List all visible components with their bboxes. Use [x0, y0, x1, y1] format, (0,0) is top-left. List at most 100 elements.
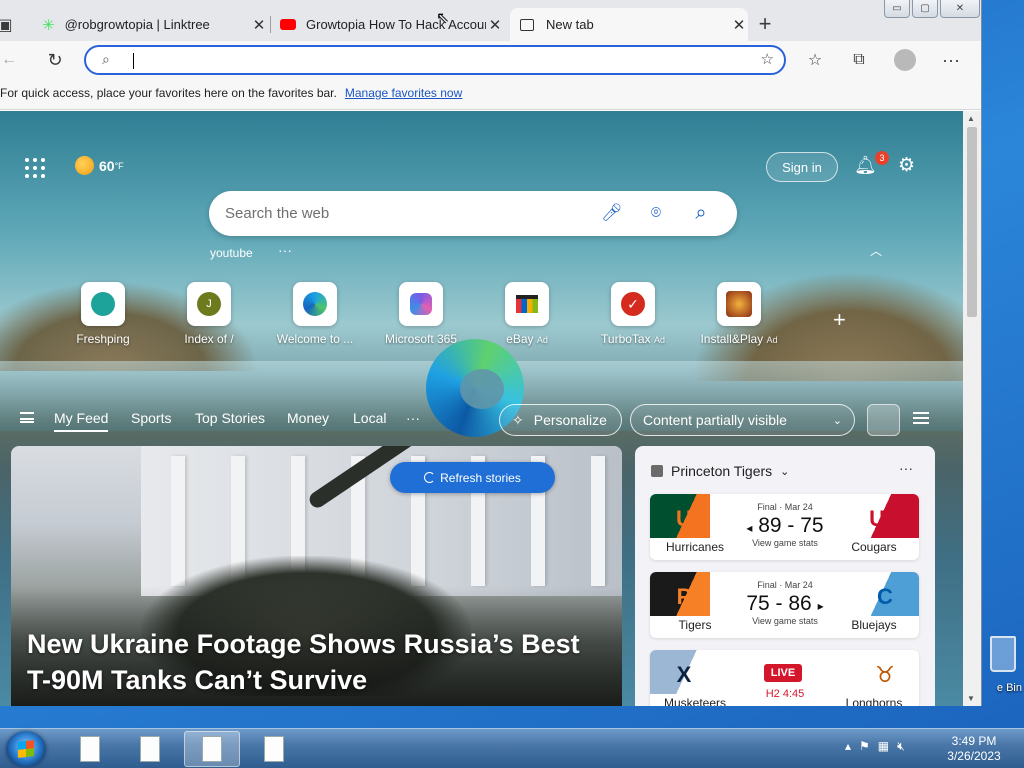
game-score-row[interactable]: X ♉︎ LIVE H2 4:45 Musketeers Longhorns — [650, 650, 919, 706]
recycle-bin-shortcut[interactable]: e Bin — [980, 630, 1024, 700]
add-favorite-icon[interactable]: ☆ — [761, 50, 774, 68]
feed-menu-icon[interactable] — [20, 412, 34, 423]
game-score: 75 - 86 ▸ — [732, 592, 838, 616]
taskbar-app-button[interactable] — [62, 731, 118, 767]
back-button[interactable]: ← — [0, 49, 20, 71]
view-game-stats-link[interactable]: View game stats — [740, 616, 830, 626]
ad-label: Ad — [766, 335, 778, 345]
settings-more-icon[interactable]: ··· — [940, 49, 962, 71]
weather-unit: °F — [114, 160, 124, 171]
feed-tab-money[interactable]: Money — [287, 410, 329, 426]
taskbar-app-button-active[interactable] — [184, 731, 240, 767]
tigers-logo-icon: P — [676, 584, 692, 609]
manage-favorites-link[interactable]: Manage favorites now — [345, 86, 462, 100]
longhorns-logo-icon: ♉︎ — [875, 662, 895, 687]
quick-link-install-play[interactable]: Install&Play Ad — [693, 282, 785, 346]
windows-taskbar: ▴ ⚑ ▦ 🔇︎ 3:49 PM 3/26/2023 — [0, 728, 1024, 768]
close-window-button[interactable]: ✕ — [940, 0, 980, 18]
app-launcher-icon[interactable] — [25, 158, 45, 178]
search-submit-icon[interactable]: ⌕ — [690, 202, 712, 224]
list-layout-icon[interactable] — [913, 412, 929, 424]
document-icon — [140, 736, 160, 762]
add-quick-link-icon[interactable]: + — [833, 307, 846, 333]
scroll-up-arrow-icon[interactable]: ▲ — [967, 114, 975, 123]
musketeers-logo-icon: X — [676, 662, 692, 687]
tab-actions-icon[interactable]: ▣ — [0, 14, 16, 36]
address-bar[interactable]: ⌕ ☆ — [84, 45, 786, 75]
volume-muted-icon[interactable]: 🔇︎ — [897, 739, 905, 754]
sunny-icon — [75, 156, 94, 175]
sign-in-button[interactable]: Sign in — [766, 152, 838, 182]
taskbar-app-button[interactable] — [246, 731, 302, 767]
system-clock[interactable]: 3:49 PM 3/26/2023 — [944, 734, 1004, 764]
sports-card-header[interactable]: Princeton Tigers ⌄ — [651, 463, 789, 479]
refresh-button[interactable]: ↻ — [44, 49, 66, 71]
feed-tab-top-stories[interactable]: Top Stories — [195, 410, 265, 426]
recent-search-youtube[interactable]: youtube — [210, 246, 253, 260]
weather-temp: 60 — [99, 157, 115, 174]
game-score-row[interactable]: U UH Hurricanes Cougars Final · Mar 24 ◂… — [650, 494, 919, 560]
personalize-button[interactable]: ✧ Personalize — [499, 404, 622, 436]
tab-youtube[interactable]: Growtopia How To Hack Account ✕ — [272, 8, 504, 41]
score-value: 89 - 75 — [758, 514, 824, 537]
page-scrollbar[interactable]: ▲ ▼ — [963, 111, 981, 706]
scroll-down-arrow-icon[interactable]: ▼ — [967, 694, 975, 703]
sparkle-icon: ✧ — [512, 411, 524, 428]
recent-searches-more-icon[interactable]: ··· — [278, 242, 292, 258]
mouse-cursor-icon: ⇖ — [436, 10, 450, 27]
feed-tab-sports[interactable]: Sports — [131, 410, 171, 426]
quick-link-turbotax[interactable]: ✓ TurboTax Ad — [587, 282, 679, 346]
page-settings-gear-icon[interactable]: ⚙ — [898, 154, 922, 178]
quick-link-microsoft-365[interactable]: Microsoft 365 — [375, 282, 467, 346]
taskbar-app-button[interactable] — [122, 731, 178, 767]
refresh-stories-button[interactable]: Refresh stories — [390, 462, 555, 493]
tab-new-tab[interactable]: New tab ✕ — [510, 8, 748, 41]
collapse-chevron-icon[interactable]: ︿ — [870, 242, 882, 259]
linktree-icon: ✳ — [42, 16, 55, 34]
chevron-down-icon: ⌄ — [780, 465, 790, 478]
quick-link-welcome[interactable]: Welcome to ... — [269, 282, 361, 346]
feed-tab-local[interactable]: Local — [353, 410, 386, 426]
new-tab-button[interactable]: + — [754, 11, 776, 36]
favorites-icon[interactable]: ☆ — [804, 49, 826, 71]
maximize-button[interactable]: ▢ — [912, 0, 938, 18]
score-value: 75 - 86 — [746, 592, 812, 615]
close-tab-icon[interactable]: ✕ — [486, 16, 504, 34]
youtube-icon — [280, 19, 296, 30]
minimize-button[interactable]: ▭ — [884, 0, 910, 18]
content-visibility-value: Content partially visible — [643, 412, 787, 428]
feed-more-icon[interactable]: ··· — [406, 410, 420, 426]
new-tab-page: 60 °F Sign in 🔔︎ 3 ⚙ Search the web 🎤︎ ⌾ … — [0, 111, 963, 706]
game-score-row[interactable]: P C Tigers Bluejays Final · Mar 24 75 - … — [650, 572, 919, 638]
tab-linktree[interactable]: ✳ @robgrowtopia | Linktree ✕ — [32, 8, 268, 41]
view-game-stats-link[interactable]: View game stats — [740, 538, 830, 548]
refresh-spinner-icon — [424, 472, 436, 483]
scrollbar-thumb[interactable] — [967, 127, 977, 317]
weather-widget[interactable]: 60 °F — [75, 156, 124, 175]
document-icon — [80, 736, 100, 762]
quick-link-ebay[interactable]: eBay Ad — [481, 282, 573, 346]
web-search-box[interactable]: Search the web 🎤︎ ⌾ ⌕ — [209, 191, 737, 236]
grid-layout-icon[interactable] — [867, 404, 900, 436]
close-tab-icon[interactable]: ✕ — [250, 16, 268, 34]
browser-window: ▣ ✳ @robgrowtopia | Linktree ✕ Growtopia… — [0, 0, 982, 706]
network-icon[interactable]: ▦ — [878, 739, 889, 754]
close-tab-icon[interactable]: ✕ — [730, 16, 748, 34]
cougars-logo-icon: UH — [869, 506, 901, 531]
collections-icon[interactable]: ⧉ — [848, 49, 870, 71]
profile-avatar[interactable] — [894, 49, 916, 71]
action-center-icon[interactable]: ⚑ — [859, 739, 870, 754]
sports-card-more-icon[interactable]: ··· — [899, 460, 913, 476]
text-cursor — [133, 53, 134, 69]
show-hidden-icons-icon[interactable]: ▴ — [845, 739, 851, 754]
quick-link-index[interactable]: J Index of / — [163, 282, 255, 346]
quick-link-label: Welcome to ... — [276, 332, 354, 346]
start-button[interactable] — [6, 731, 46, 767]
feed-tab-my-feed[interactable]: My Feed — [54, 410, 109, 432]
hero-headline[interactable]: New Ukraine Footage Shows Russia’s Best … — [27, 626, 607, 698]
microphone-icon[interactable]: 🎤︎ — [601, 202, 623, 224]
content-visibility-dropdown[interactable]: Content partially visible ⌄ — [630, 404, 855, 436]
quick-link-freshping[interactable]: Freshping — [57, 282, 149, 346]
visual-search-icon[interactable]: ⌾ — [645, 202, 667, 224]
clock-date: 3/26/2023 — [947, 749, 1001, 763]
